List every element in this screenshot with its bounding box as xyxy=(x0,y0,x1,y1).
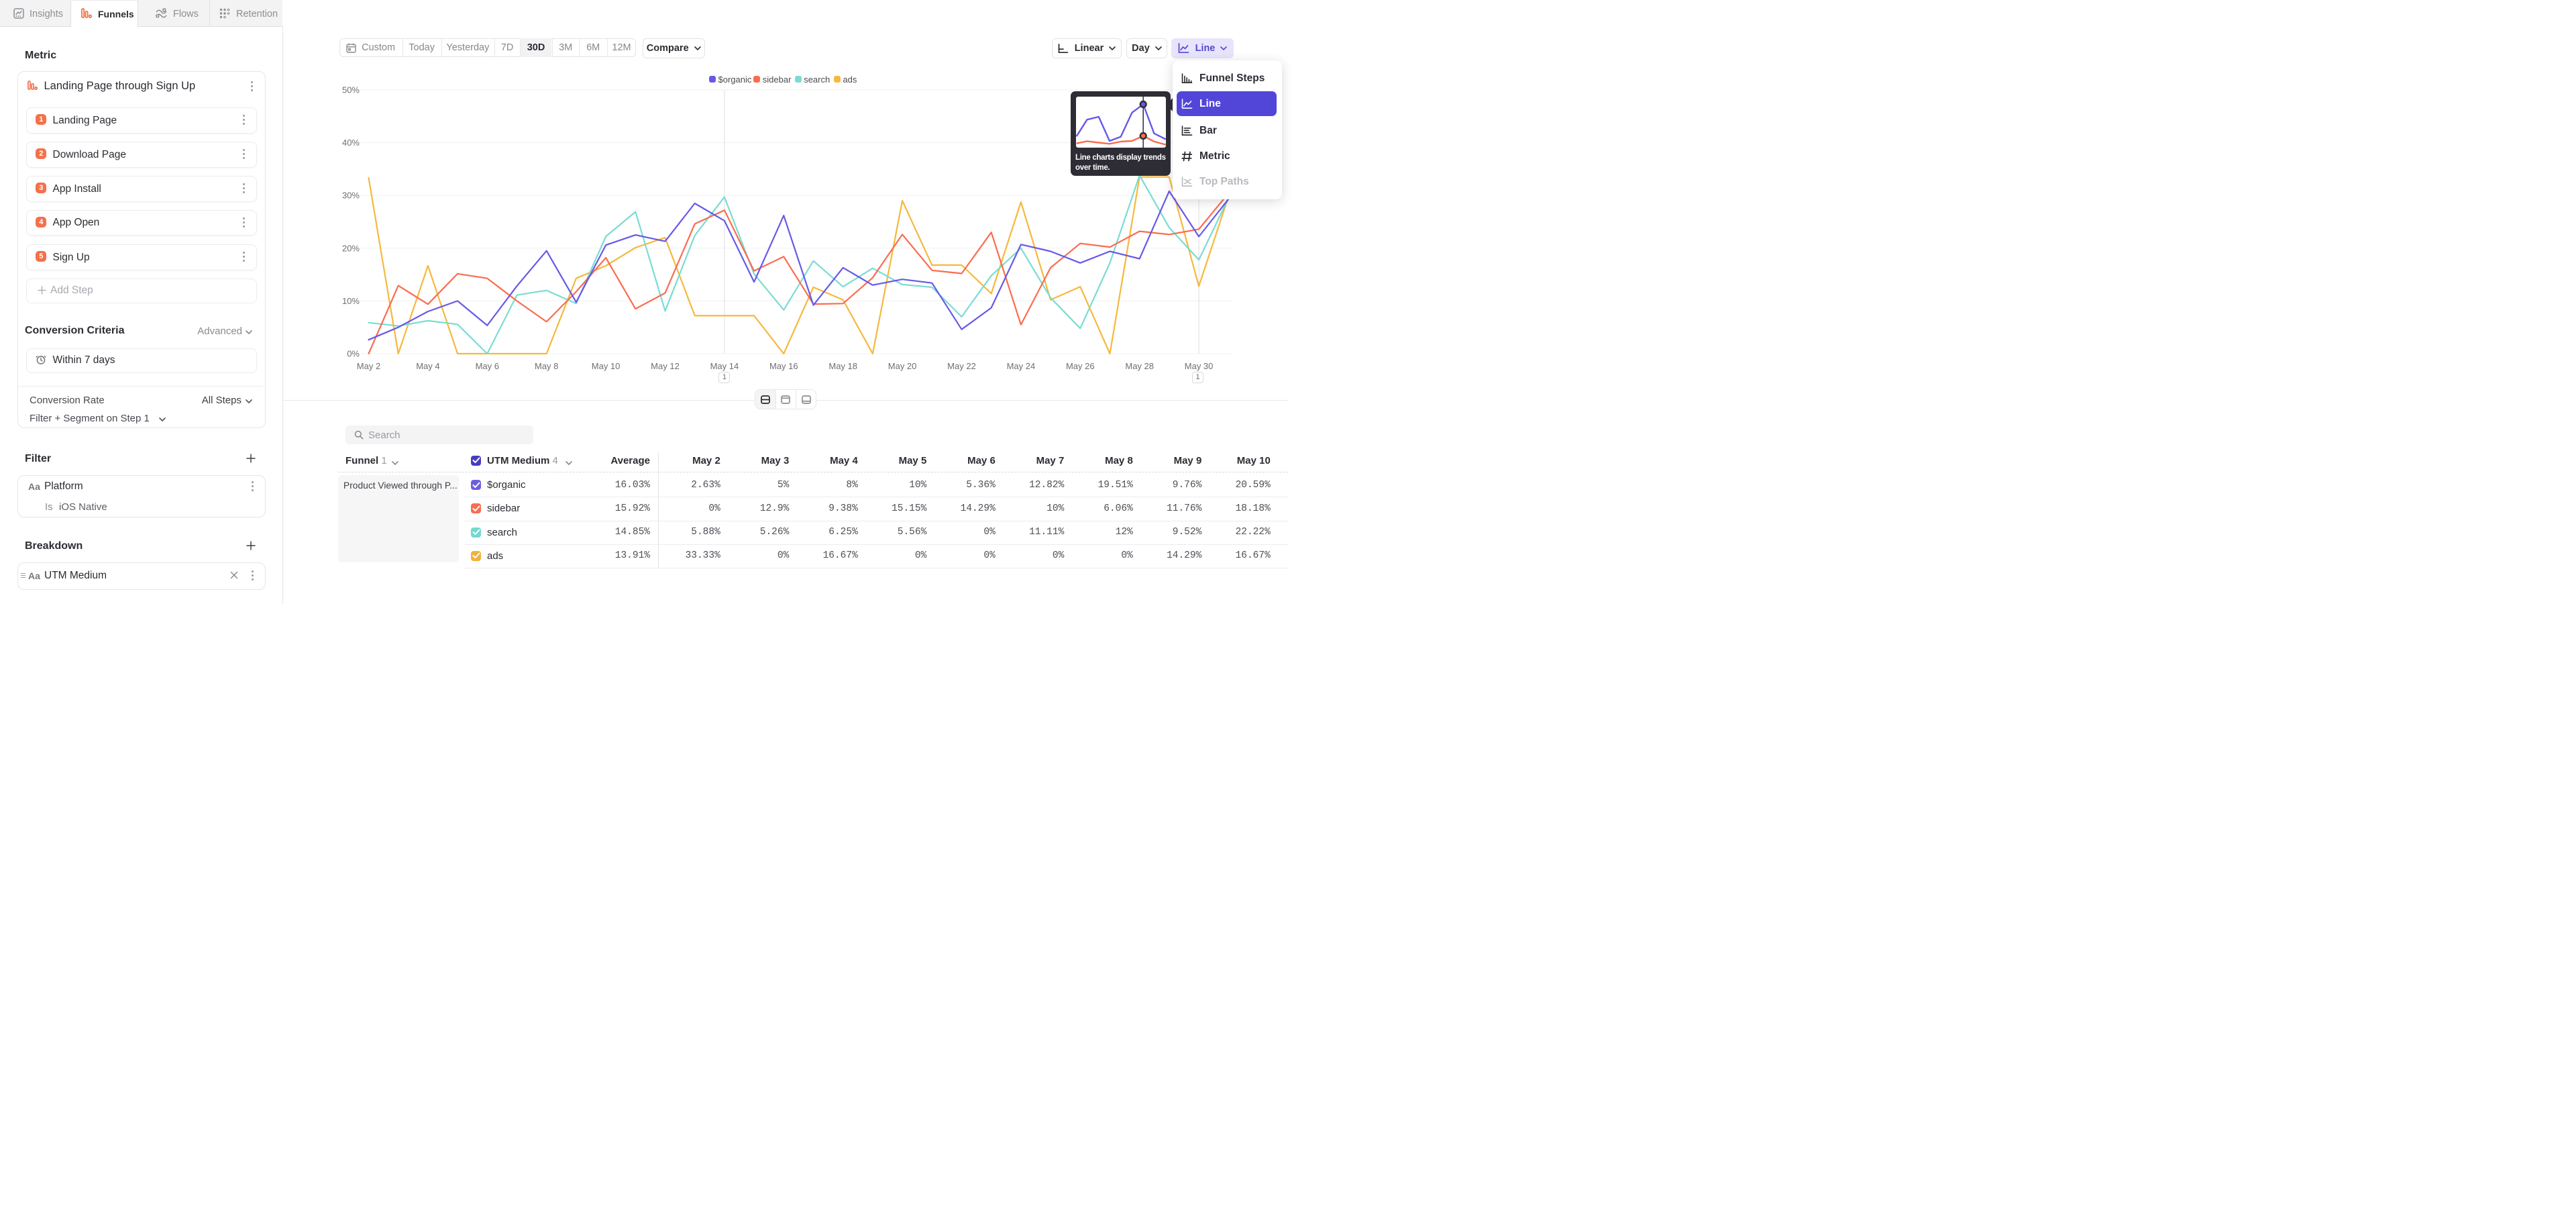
svg-text:May 16: May 16 xyxy=(769,361,798,371)
svg-text:May 30: May 30 xyxy=(1185,361,1214,371)
svg-text:Line charts display trends: Line charts display trends xyxy=(1075,154,1166,162)
svg-text:May 22: May 22 xyxy=(947,361,976,371)
svg-text:May 14: May 14 xyxy=(710,361,739,371)
svg-text:0%: 0% xyxy=(347,349,360,359)
svg-text:over time.: over time. xyxy=(1075,164,1110,172)
svg-text:May 4: May 4 xyxy=(416,361,439,371)
svg-text:May 6: May 6 xyxy=(476,361,499,371)
svg-text:May 20: May 20 xyxy=(888,361,917,371)
svg-text:30%: 30% xyxy=(342,191,360,201)
svg-text:May 26: May 26 xyxy=(1066,361,1095,371)
svg-text:May 28: May 28 xyxy=(1125,361,1154,371)
svg-text:May 24: May 24 xyxy=(1007,361,1036,371)
svg-text:May 2: May 2 xyxy=(357,361,380,371)
svg-text:10%: 10% xyxy=(342,296,360,306)
svg-text:May 8: May 8 xyxy=(535,361,558,371)
svg-text:May 10: May 10 xyxy=(592,361,621,371)
svg-text:May 18: May 18 xyxy=(828,361,857,371)
svg-text:50%: 50% xyxy=(342,85,360,95)
svg-text:May 12: May 12 xyxy=(651,361,680,371)
svg-text:40%: 40% xyxy=(342,138,360,148)
svg-text:20%: 20% xyxy=(342,243,360,253)
